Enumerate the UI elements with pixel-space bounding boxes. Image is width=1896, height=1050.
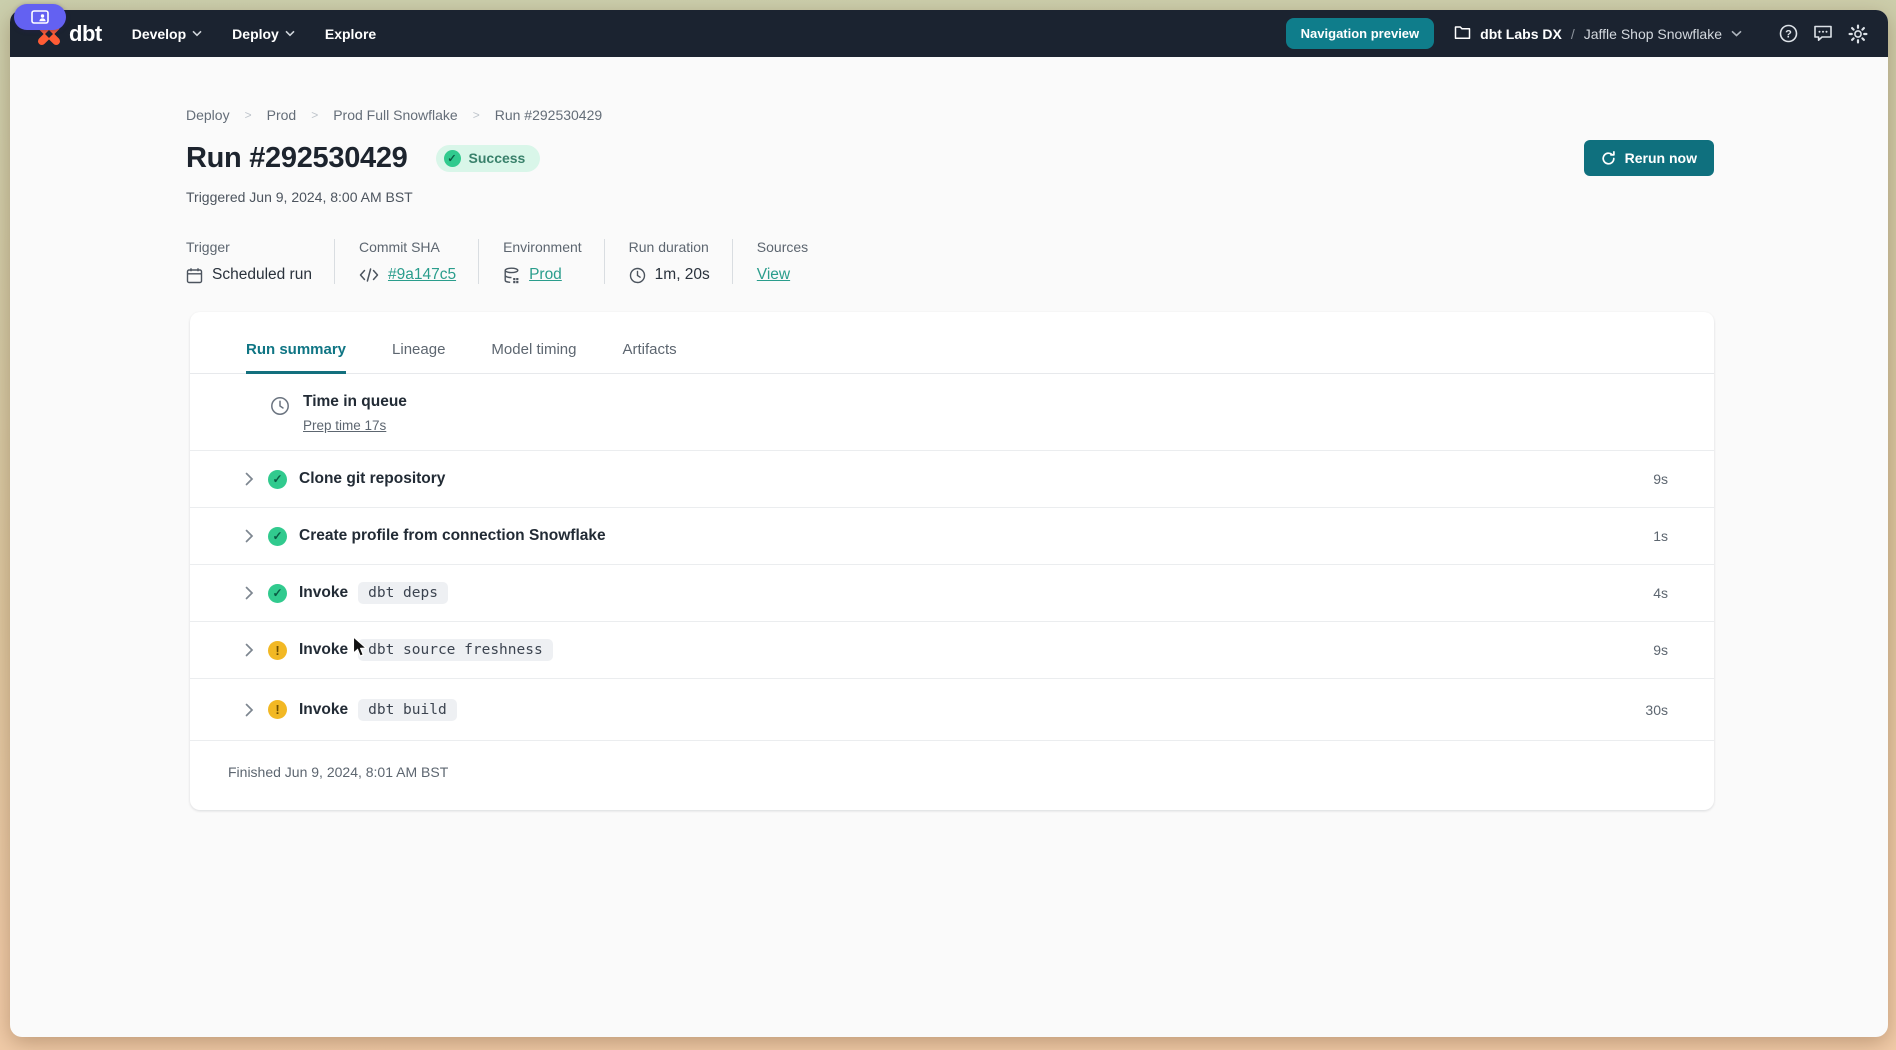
status-badge: ✓ Success <box>436 145 541 172</box>
status-warning-icon: ! <box>268 641 287 660</box>
title-row: Run #292530429 ✓ Success Rerun now <box>186 140 1714 176</box>
meta-environment: Environment Prod <box>503 239 605 284</box>
step-list: ✓ Clone git repository 9s ✓ Create profile f… <box>190 451 1714 741</box>
page-body: Deploy > Prod > Prod Full Snowflake > Run #292… <box>10 57 1888 810</box>
clock-icon <box>629 267 646 284</box>
status-warning-icon: ! <box>268 700 287 719</box>
status-success-icon: ✓ <box>268 584 287 603</box>
step-label: Invoke <box>299 701 348 719</box>
tab-model-timing[interactable]: Model timing <box>491 341 576 374</box>
folder-icon <box>1454 25 1471 43</box>
meta-value: Scheduled run <box>212 266 312 284</box>
chevron-right-icon[interactable] <box>245 643 254 657</box>
tab-artifacts[interactable]: Artifacts <box>622 341 676 374</box>
database-icon <box>503 267 520 284</box>
code-icon <box>359 268 379 282</box>
gear-icon[interactable] <box>1848 24 1868 44</box>
step-row-create-profile-from-connection-snowflake[interactable]: ✓ Create profile from connection Snowflak… <box>190 508 1714 565</box>
chevron-right-icon[interactable] <box>245 529 254 543</box>
account-name: dbt Labs DX <box>1480 26 1562 42</box>
meta-run-duration: Run duration 1m, 20s <box>629 239 733 284</box>
step-label: Create profile from connection Snowflake <box>299 527 606 545</box>
svg-text:?: ? <box>1785 28 1792 40</box>
step-label: Clone git repository <box>299 470 445 488</box>
tab-run-summary[interactable]: Run summary <box>246 341 346 374</box>
screen-share-icon <box>31 10 49 24</box>
clock-icon <box>270 396 290 416</box>
refresh-icon <box>1601 151 1616 166</box>
chevron-down-icon <box>192 30 202 37</box>
project-switcher[interactable]: dbt Labs DX / Jaffle Shop Snowflake <box>1454 25 1742 43</box>
step-row-clone-git-repository[interactable]: ✓ Clone git repository 9s <box>190 451 1714 508</box>
step-label: Invoke <box>299 641 348 659</box>
status-success-icon: ✓ <box>268 527 287 546</box>
status-success-icon: ✓ <box>268 470 287 489</box>
breadcrumb-item-deploy[interactable]: Deploy <box>186 107 230 123</box>
step-duration: 9s <box>1653 642 1668 658</box>
meta-link-view[interactable]: View <box>757 266 790 284</box>
meta-label: Sources <box>757 239 808 255</box>
dbt-logo-text: dbt <box>69 21 102 47</box>
meta-label: Commit SHA <box>359 239 456 255</box>
app-window: dbt Develop Deploy Explore Navigation prev… <box>10 10 1888 1037</box>
tab-bar: Run summary Lineage Model timing Artifacts <box>190 312 1714 374</box>
meta-label: Run duration <box>629 239 710 255</box>
page-title: Run #292530429 <box>186 142 408 175</box>
breadcrumb-separator: > <box>473 108 480 122</box>
meta-link-9a147c5[interactable]: #9a147c5 <box>388 266 456 284</box>
tab-lineage[interactable]: Lineage <box>392 341 445 374</box>
screen-share-badge[interactable] <box>14 4 66 30</box>
meta-value: 1m, 20s <box>655 266 710 284</box>
meta-label: Trigger <box>186 239 312 255</box>
breadcrumb-separator: > <box>245 108 252 122</box>
help-icon[interactable]: ? <box>1779 24 1798 43</box>
calendar-icon <box>186 267 203 284</box>
nav-item-develop[interactable]: Develop <box>132 26 202 42</box>
meta-sources: Sources View <box>757 239 830 284</box>
chevron-right-icon[interactable] <box>245 586 254 600</box>
run-metadata: Trigger Scheduled run Commit SHA #9a147c5 En… <box>186 239 1714 284</box>
top-navbar: dbt Develop Deploy Explore Navigation prev… <box>10 10 1888 57</box>
step-label: Invoke <box>299 584 348 602</box>
prep-time-link[interactable]: Prep time 17s <box>303 418 386 433</box>
meta-trigger: Trigger Scheduled run <box>186 239 335 284</box>
success-check-icon: ✓ <box>444 150 461 167</box>
feedback-chat-icon[interactable] <box>1813 24 1833 43</box>
meta-commit-sha: Commit SHA #9a147c5 <box>359 239 479 284</box>
run-summary-card: Run summaryLineageModel timingArtifacts … <box>190 312 1714 810</box>
breadcrumb-item-run-292530429: Run #292530429 <box>495 107 602 123</box>
step-command: dbt build <box>358 699 457 721</box>
project-name: Jaffle Shop Snowflake <box>1584 26 1722 42</box>
triggered-timestamp: Triggered Jun 9, 2024, 8:00 AM BST <box>186 189 1714 205</box>
navigation-preview-button[interactable]: Navigation preview <box>1286 18 1434 49</box>
step-command: dbt source freshness <box>358 639 553 661</box>
finished-timestamp: Finished Jun 9, 2024, 8:01 AM BST <box>190 741 1714 806</box>
nav-menu: Develop Deploy Explore <box>132 26 377 42</box>
status-badge-label: Success <box>469 150 526 166</box>
breadcrumb: Deploy > Prod > Prod Full Snowflake > Run #292… <box>186 107 1714 123</box>
breadcrumb-separator: > <box>311 108 318 122</box>
breadcrumb-item-prod[interactable]: Prod <box>267 107 297 123</box>
breadcrumb-item-prod-full-snowflake[interactable]: Prod Full Snowflake <box>333 107 458 123</box>
account-project-separator: / <box>1571 26 1575 42</box>
step-row-invoke-dbt-deps[interactable]: ✓ Invoke dbt deps 4s <box>190 565 1714 622</box>
chevron-down-icon <box>285 30 295 37</box>
queue-title: Time in queue <box>303 393 407 411</box>
chevron-right-icon[interactable] <box>245 472 254 486</box>
nav-item-deploy[interactable]: Deploy <box>232 26 295 42</box>
step-duration: 30s <box>1645 702 1668 718</box>
step-row-invoke-dbt-build[interactable]: ! Invoke dbt build 30s <box>190 679 1714 741</box>
step-duration: 1s <box>1653 528 1668 544</box>
chevron-down-icon <box>1731 30 1742 37</box>
meta-label: Environment <box>503 239 582 255</box>
step-row-invoke-dbt-source-freshness[interactable]: ! Invoke dbt source freshness 9s <box>190 622 1714 679</box>
chevron-right-icon[interactable] <box>245 703 254 717</box>
step-command: dbt deps <box>358 582 448 604</box>
step-duration: 4s <box>1653 585 1668 601</box>
time-in-queue-row: Time in queue Prep time 17s <box>190 374 1714 451</box>
nav-item-explore[interactable]: Explore <box>325 26 376 42</box>
step-duration: 9s <box>1653 471 1668 487</box>
rerun-now-button[interactable]: Rerun now <box>1584 140 1714 176</box>
meta-link-prod[interactable]: Prod <box>529 266 562 284</box>
